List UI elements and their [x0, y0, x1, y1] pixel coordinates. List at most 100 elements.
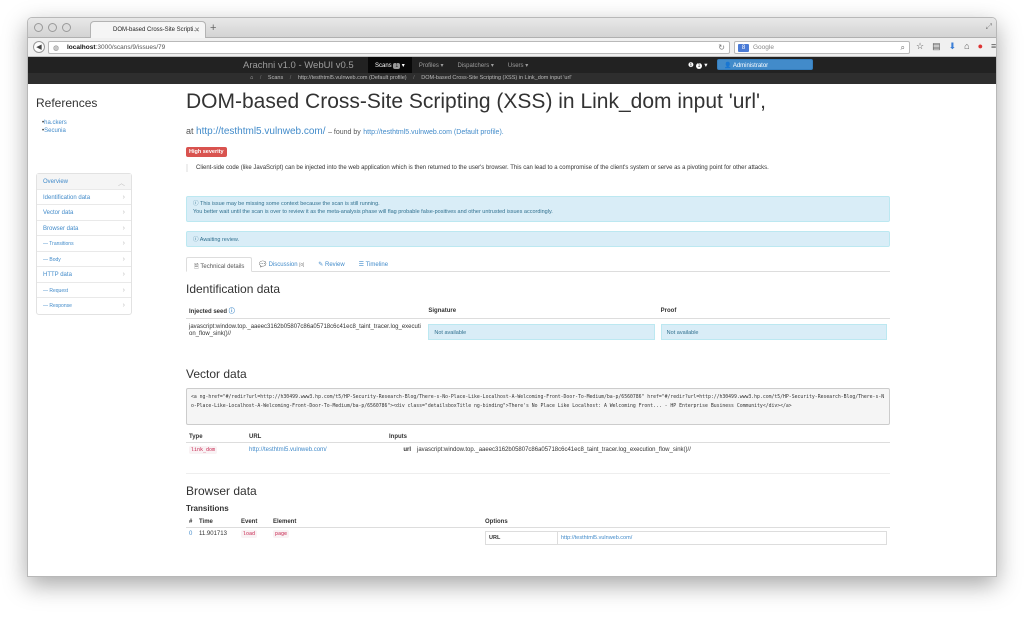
tab-timeline[interactable]: ☰ Timeline [352, 257, 395, 271]
list-icon: ☰ [358, 262, 365, 268]
vector-url-link[interactable]: http://testhtml5.vulnweb.com/ [249, 447, 327, 453]
user-label: Administrator [732, 63, 769, 69]
transitions-heading: Transitions [186, 504, 229, 513]
discussion-count: [0] [299, 262, 305, 267]
table-row: link_dom http://testhtml5.vulnweb.com/ u… [186, 443, 890, 458]
sidenav-label: — Body [43, 256, 61, 263]
sidenav-http[interactable]: HTTP data › [37, 267, 131, 283]
sidenav-overview[interactable]: Overview ︿ [37, 174, 131, 190]
sidenav-browser[interactable]: Browser data › [37, 221, 131, 236]
transition-element: page [273, 530, 290, 538]
download-icon[interactable]: ⬇ [949, 41, 957, 52]
chevron-right-icon: › [122, 271, 125, 278]
identification-heading: Identification data [186, 282, 281, 296]
issue-url-link[interactable]: http://testhtml5.vulnweb.com/ [196, 126, 326, 137]
section-nav: Overview ︿ Identification data › Vector da… [36, 173, 132, 315]
nav-scans[interactable]: Scans 1 ▾ [368, 57, 412, 73]
table-row: 0 11.901713 load page URL http://testhtm… [186, 528, 890, 549]
breadcrumb-scan[interactable]: http://testhtml5.vulnweb.com (Default pr… [298, 75, 407, 81]
bookmarks-menu-icon[interactable]: ▤ [932, 41, 941, 52]
menu-icon[interactable]: ≡ [991, 41, 996, 52]
col-options: Options [482, 517, 890, 528]
transition-time: 11.901713 [199, 531, 227, 537]
fullscreen-icon[interactable]: ⤢ [986, 22, 992, 32]
sidenav-label: — Response [43, 303, 72, 309]
tab-discussion[interactable]: 💬 Discussion [0] [252, 257, 311, 271]
col-label: Injected seed [189, 309, 228, 315]
signature-value: Not available [428, 324, 655, 340]
detail-tabs: 🗎 Technical details 💬 Discussion [0] ✎ R… [186, 257, 890, 272]
browser-window: DOM-based Cross-Site Scripti... ✕ + ⤢ ◀ … [27, 17, 997, 577]
maximize-window-icon[interactable] [62, 23, 71, 32]
sidenav-body[interactable]: — Body › [37, 252, 131, 267]
sidenav-label: Identification data [43, 194, 91, 201]
user-icon: 👤 [724, 63, 732, 69]
sidenav-response[interactable]: — Response › [37, 298, 131, 314]
issue-main: DOM-based Cross-Site Scripting (XSS) in … [186, 90, 890, 548]
browser-data-heading: Browser data [186, 484, 257, 498]
reference-link[interactable]: Secunia [42, 127, 134, 135]
app-brand[interactable]: Arachni v1.0 - WebUI v0.5 [243, 60, 354, 71]
tab-review[interactable]: ✎ Review [311, 257, 351, 271]
breadcrumb: ⌂ / Scans / http://testhtml5.vulnweb.com… [28, 73, 996, 84]
vector-source-code: <a ng-href="#/redir?url=http://h30499.ww… [186, 388, 890, 425]
profile-link[interactable]: http://testhtml5.vulnweb.com (Default pr… [363, 129, 503, 136]
search-placeholder: Google [753, 44, 774, 51]
chevron-right-icon: › [122, 209, 125, 216]
browser-tab[interactable]: DOM-based Cross-Site Scripti... ✕ [90, 21, 206, 38]
url-bar[interactable]: ◍ localhost:3000/scans/9/issues/79 ↻ [48, 41, 730, 54]
site-identity-icon[interactable]: ◍ [53, 44, 59, 52]
transition-index[interactable]: 0 [186, 528, 196, 549]
comments-icon: 💬 [259, 262, 267, 268]
sidenav-label: Browser data [43, 225, 79, 232]
search-icon[interactable]: ⌕ [901, 43, 905, 53]
col-signature: Signature [425, 303, 658, 319]
sidenav-identification[interactable]: Identification data › [37, 190, 131, 205]
minimize-window-icon[interactable] [48, 23, 57, 32]
info-icon[interactable]: ⓘ [229, 309, 235, 315]
references-list: ha.ckers Secunia [42, 119, 134, 135]
sidenav-label: Vector data [43, 210, 74, 216]
chevron-up-icon: ︿ [118, 180, 125, 187]
addon-icon[interactable]: ● [978, 41, 983, 52]
sidenav-request[interactable]: — Request › [37, 283, 131, 298]
breadcrumb-scans[interactable]: Scans [268, 75, 283, 81]
scans-count-badge: 1 [393, 63, 401, 69]
tab-technical-details[interactable]: 🗎 Technical details [186, 257, 253, 272]
reload-icon[interactable]: ↻ [718, 43, 725, 52]
at-label: at [186, 126, 194, 136]
nav-profiles[interactable]: Profiles ▾ [412, 57, 451, 73]
notifications-badge: 1 [695, 63, 703, 69]
option-url-link[interactable]: http://testhtml5.vulnweb.com/ [558, 532, 635, 544]
user-menu-button[interactable]: 👤 Administrator [717, 59, 813, 70]
tab-label: Timeline [365, 262, 389, 268]
sidenav-transitions[interactable]: — Transitions › [37, 236, 131, 252]
home-icon[interactable]: ⌂ [964, 41, 969, 52]
nav-users[interactable]: Users ▾ [501, 57, 535, 73]
nav-scans-label: Scans [375, 63, 392, 69]
search-bar[interactable]: 8 Google ⌕ [734, 41, 910, 54]
breadcrumb-issue: DOM-based Cross-Site Scripting (XSS) in … [421, 75, 572, 81]
tab-strip: DOM-based Cross-Site Scripti... ✕ + ⤢ [28, 18, 996, 38]
nav-dispatchers[interactable]: Dispatchers ▾ [451, 57, 501, 73]
notifications-dropdown[interactable]: ❶ 1 ▾ [688, 61, 708, 69]
close-tab-icon[interactable]: ✕ [194, 26, 200, 34]
chevron-right-icon: › [122, 224, 125, 232]
chevron-right-icon: › [122, 240, 125, 247]
bookmark-star-icon[interactable]: ☆ [916, 41, 924, 52]
scan-running-alert: ⓘ This issue may be missing some context… [186, 196, 890, 222]
sidenav-label: Overview [43, 179, 69, 185]
reference-link[interactable]: ha.ckers [42, 119, 134, 127]
search-engine-icon[interactable]: 8 [738, 44, 749, 52]
back-button[interactable]: ◀ [33, 41, 45, 53]
close-window-icon[interactable] [34, 23, 43, 32]
transition-options: URL http://testhtml5.vulnweb.com/ [485, 531, 887, 545]
page-title: DOM-based Cross-Site Scripting (XSS) in … [186, 90, 766, 113]
new-tab-button[interactable]: + [210, 21, 216, 35]
notifications-icon: ❶ [688, 62, 694, 69]
sidenav-vector[interactable]: Vector data › [37, 205, 131, 221]
app-nav: Scans 1 ▾ Profiles ▾ Dispatchers ▾ Users… [368, 57, 535, 73]
review-alert: ⓘ Awaiting review. [186, 231, 890, 247]
breadcrumb-home-icon[interactable]: ⌂ [250, 75, 253, 81]
sidenav-label: HTTP data [43, 272, 72, 278]
